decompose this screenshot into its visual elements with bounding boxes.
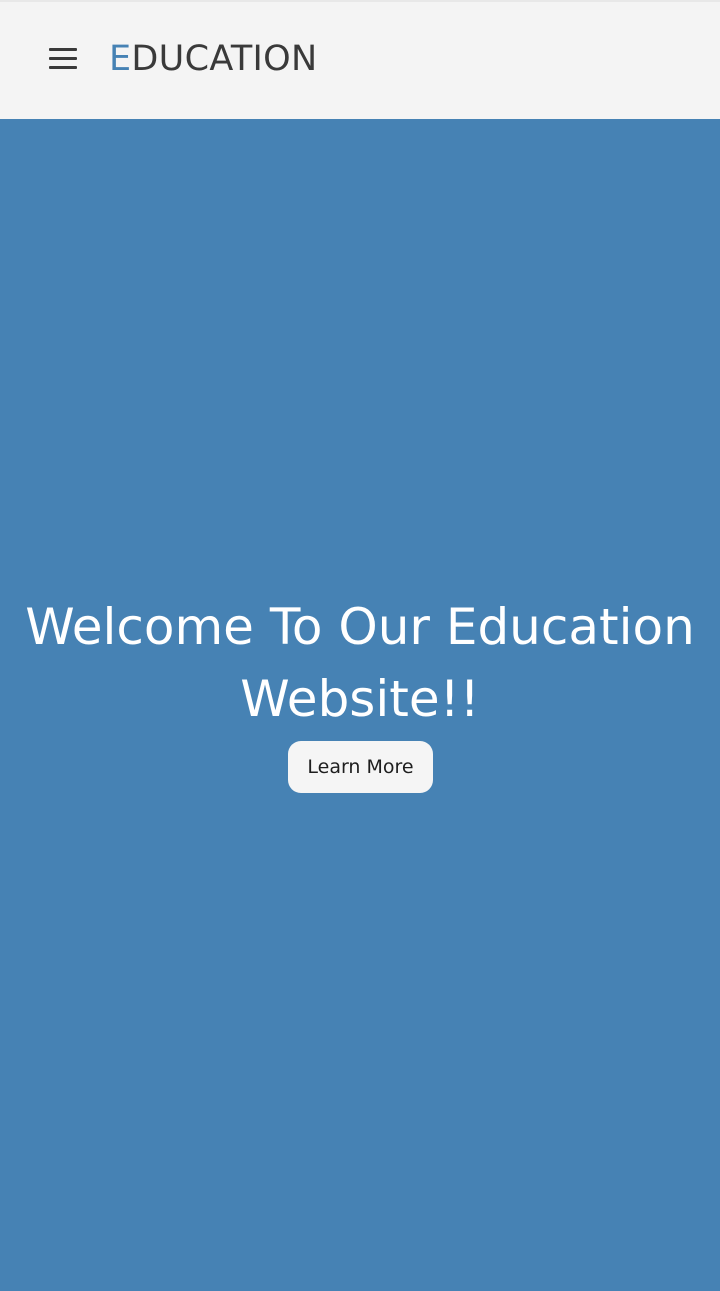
brand-accent-letter: E bbox=[109, 39, 132, 79]
menu-button[interactable] bbox=[36, 30, 90, 88]
brand-logo[interactable]: EDUCATION bbox=[109, 37, 318, 81]
hamburger-menu-icon bbox=[49, 48, 77, 51]
hero-section: Welcome To Our Education Website!! Learn… bbox=[0, 119, 720, 1291]
brand-text: DUCATION bbox=[131, 39, 318, 79]
hamburger-menu-icon-bar bbox=[49, 66, 77, 69]
hero-title: Welcome To Our Education Website!! bbox=[25, 598, 695, 728]
hamburger-menu-icon-bar bbox=[49, 57, 77, 60]
learn-more-button[interactable]: Learn More bbox=[288, 741, 433, 793]
page: EDUCATION Welcome To Our Education Websi… bbox=[0, 0, 720, 1291]
navbar: EDUCATION bbox=[0, 0, 720, 119]
